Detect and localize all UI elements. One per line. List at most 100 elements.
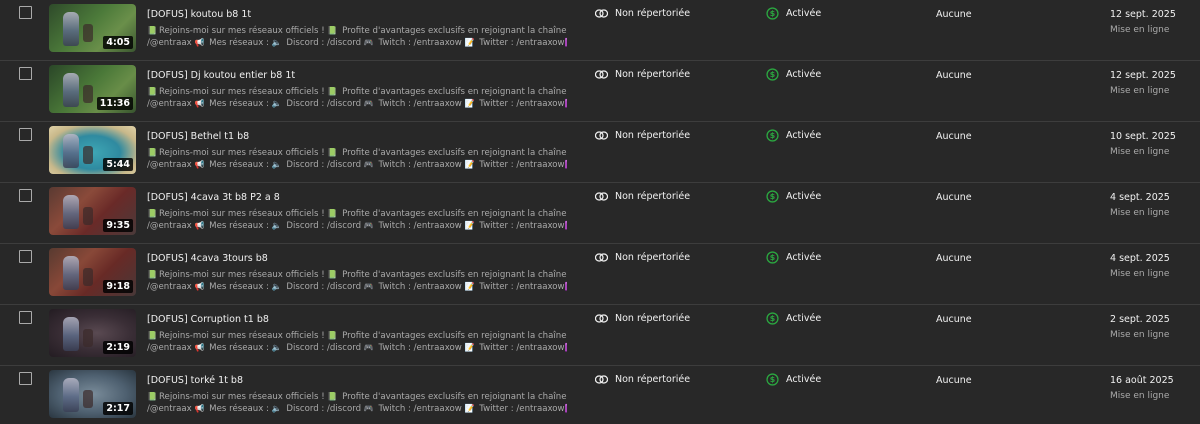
visibility-cell[interactable]: Non répertoriée [595, 69, 690, 80]
video-title[interactable]: [DOFUS] 4cava 3t b8 P2 a 8 [147, 192, 280, 203]
character-figure [63, 195, 79, 229]
twitch-icon: 🟪 [565, 221, 567, 230]
note-icon: 📝 [464, 160, 475, 169]
monetization-label: Activée [786, 191, 822, 202]
video-row[interactable]: 5:44 [DOFUS] Bethel t1 b8 📗 Rejoins-moi s… [0, 122, 1200, 183]
monetization-cell[interactable]: $ Activée [766, 68, 821, 81]
character-figure [83, 390, 93, 408]
visibility-label: Non répertoriée [615, 130, 691, 141]
link-icon [595, 253, 608, 262]
video-row[interactable]: 4:05 [DOFUS] koutou b8 1t 📗 Rejoins-moi s… [0, 0, 1200, 61]
visibility-label: Non répertoriée [615, 374, 691, 385]
video-row[interactable]: 9:35 [DOFUS] 4cava 3t b8 P2 a 8 📗 Rejoins… [0, 183, 1200, 244]
dollar-icon: $ [766, 68, 779, 81]
date-status-label: Mise en ligne [1110, 25, 1170, 35]
green-book-icon: 📗 [147, 26, 157, 35]
video-row[interactable]: 9:18 [DOFUS] 4cava 3tours b8 📗 Rejoins-mo… [0, 244, 1200, 305]
visibility-cell[interactable]: Non répertoriée [595, 374, 690, 385]
speaker-icon: 🔈 [271, 404, 282, 413]
video-title[interactable]: [DOFUS] torké 1t b8 [147, 375, 243, 386]
twitch-icon: 🟪 [565, 160, 567, 169]
video-thumbnail[interactable]: 4:05 [49, 4, 136, 52]
note-icon: 📝 [464, 343, 475, 352]
select-checkbox[interactable] [19, 128, 32, 141]
video-title[interactable]: [DOFUS] Bethel t1 b8 [147, 131, 249, 142]
green-book-icon: 📗 [327, 209, 338, 218]
svg-text:$: $ [770, 253, 775, 262]
date-label: 10 sept. 2025 [1110, 131, 1176, 142]
green-book-icon: 📗 [327, 331, 338, 340]
dollar-icon: $ [766, 7, 779, 20]
green-book-icon: 📗 [147, 87, 157, 96]
visibility-cell[interactable]: Non répertoriée [595, 191, 690, 202]
restrictions-label: Aucune [936, 131, 972, 142]
monetization-cell[interactable]: $ Activée [766, 190, 821, 203]
monetization-label: Activée [786, 69, 822, 80]
duration-badge: 4:05 [103, 36, 133, 49]
select-checkbox[interactable] [19, 311, 32, 324]
monetization-cell[interactable]: $ Activée [766, 251, 821, 264]
video-thumbnail[interactable]: 11:36 [49, 65, 136, 113]
green-book-icon: 📗 [147, 331, 157, 340]
video-thumbnail[interactable]: 9:35 [49, 187, 136, 235]
note-icon: 📝 [464, 99, 475, 108]
video-row[interactable]: 2:19 [DOFUS] Corruption t1 b8 📗 Rejoins-m… [0, 305, 1200, 366]
restrictions-label: Aucune [936, 253, 972, 264]
video-thumbnail[interactable]: 9:18 [49, 248, 136, 296]
date-status-label: Mise en ligne [1110, 147, 1170, 157]
monetization-cell[interactable]: $ Activée [766, 312, 821, 325]
svg-text:$: $ [770, 375, 775, 384]
video-title[interactable]: [DOFUS] Corruption t1 b8 [147, 314, 269, 325]
visibility-cell[interactable]: Non répertoriée [595, 130, 690, 141]
video-thumbnail[interactable]: 2:17 [49, 370, 136, 418]
monetization-label: Activée [786, 130, 822, 141]
visibility-label: Non répertoriée [615, 8, 691, 19]
select-checkbox[interactable] [19, 189, 32, 202]
visibility-label: Non répertoriée [615, 252, 691, 263]
select-checkbox[interactable] [19, 6, 32, 19]
twitch-icon: 🟪 [565, 404, 567, 413]
video-title[interactable]: [DOFUS] 4cava 3tours b8 [147, 253, 268, 264]
monetization-cell[interactable]: $ Activée [766, 129, 821, 142]
discord-icon: 🎮 [363, 221, 374, 230]
duration-badge: 11:36 [96, 97, 133, 110]
date-label: 2 sept. 2025 [1110, 314, 1170, 325]
speaker-icon: 🔈 [271, 160, 282, 169]
video-thumbnail[interactable]: 2:19 [49, 309, 136, 357]
select-checkbox[interactable] [19, 67, 32, 80]
monetization-label: Activée [786, 8, 822, 19]
select-checkbox[interactable] [19, 372, 32, 385]
select-checkbox[interactable] [19, 250, 32, 263]
video-list: 4:05 [DOFUS] koutou b8 1t 📗 Rejoins-moi s… [0, 0, 1200, 424]
video-thumbnail[interactable]: 5:44 [49, 126, 136, 174]
green-book-icon: 📗 [327, 392, 338, 401]
video-description: 📗 Rejoins-moi sur mes réseaux officiels !… [147, 208, 567, 232]
megaphone-icon: 📢 [194, 282, 205, 291]
megaphone-icon: 📢 [194, 343, 205, 352]
svg-text:$: $ [770, 70, 775, 79]
visibility-cell[interactable]: Non répertoriée [595, 252, 690, 263]
video-description: 📗 Rejoins-moi sur mes réseaux officiels !… [147, 330, 567, 354]
duration-badge: 9:35 [103, 219, 133, 232]
discord-icon: 🎮 [363, 160, 374, 169]
video-row[interactable]: 2:17 [DOFUS] torké 1t b8 📗 Rejoins-moi su… [0, 366, 1200, 424]
note-icon: 📝 [464, 282, 475, 291]
monetization-label: Activée [786, 313, 822, 324]
video-row[interactable]: 11:36 [DOFUS] Dj koutou entier b8 1t 📗 Re… [0, 61, 1200, 122]
character-figure [63, 134, 79, 168]
monetization-cell[interactable]: $ Activée [766, 373, 821, 386]
megaphone-icon: 📢 [194, 221, 205, 230]
discord-icon: 🎮 [363, 343, 374, 352]
dollar-icon: $ [766, 312, 779, 325]
video-title[interactable]: [DOFUS] koutou b8 1t [147, 9, 251, 20]
monetization-cell[interactable]: $ Activée [766, 7, 821, 20]
green-book-icon: 📗 [147, 148, 157, 157]
visibility-cell[interactable]: Non répertoriée [595, 8, 690, 19]
link-icon [595, 9, 608, 18]
video-title[interactable]: [DOFUS] Dj koutou entier b8 1t [147, 70, 295, 81]
twitch-icon: 🟪 [565, 38, 567, 47]
character-figure [83, 207, 93, 225]
visibility-cell[interactable]: Non répertoriée [595, 313, 690, 324]
visibility-label: Non répertoriée [615, 191, 691, 202]
character-figure [83, 329, 93, 347]
